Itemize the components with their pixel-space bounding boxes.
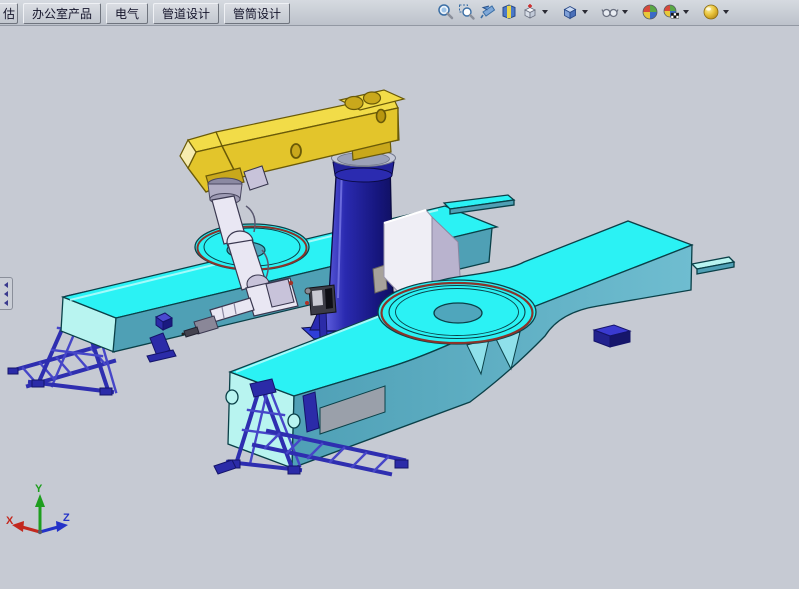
previous-view-icon[interactable]	[478, 2, 497, 21]
zoom-to-area-icon[interactable]	[457, 2, 476, 21]
triad-z-label: Z	[63, 512, 70, 524]
splitter-arrow-icon	[4, 291, 8, 297]
triad-x-label: X	[6, 515, 14, 527]
display-style-icon[interactable]	[560, 2, 579, 21]
view-settings-dropdown[interactable]	[723, 10, 729, 14]
tab-piping-design[interactable]: 管道设计	[153, 3, 219, 24]
feature-pane-splitter[interactable]	[0, 277, 13, 310]
view-settings-icon[interactable]	[701, 2, 720, 21]
edit-appearance-icon[interactable]	[640, 2, 659, 21]
triad-y-label: Y	[35, 483, 43, 495]
apply-scene-dropdown[interactable]	[683, 10, 689, 14]
tab-tubing-design[interactable]: 管筒设计	[224, 3, 290, 24]
graphics-viewport[interactable]: X Y Z	[0, 0, 799, 589]
display-style-dropdown[interactable]	[582, 10, 588, 14]
splitter-arrow-icon	[4, 300, 8, 306]
view-orientation-dropdown[interactable]	[542, 10, 548, 14]
zoom-to-fit-icon[interactable]	[436, 2, 455, 21]
view-orientation-icon[interactable]	[520, 2, 539, 21]
hide-show-items-icon[interactable]	[600, 2, 619, 21]
tab-office-products[interactable]: 办公室产品	[23, 3, 101, 24]
section-view-icon[interactable]	[499, 2, 518, 21]
heads-up-view-toolbar	[436, 2, 732, 21]
front-slewing-ring[interactable]	[378, 280, 536, 344]
tab-partial[interactable]: 估	[0, 3, 18, 24]
hide-show-items-dropdown[interactable]	[622, 10, 628, 14]
command-tabs: 估 办公室产品 电气 管道设计 管筒设计	[0, 3, 290, 24]
tab-electrical[interactable]: 电气	[106, 3, 148, 24]
splitter-arrow-icon	[4, 282, 8, 288]
apply-scene-icon[interactable]	[661, 2, 680, 21]
